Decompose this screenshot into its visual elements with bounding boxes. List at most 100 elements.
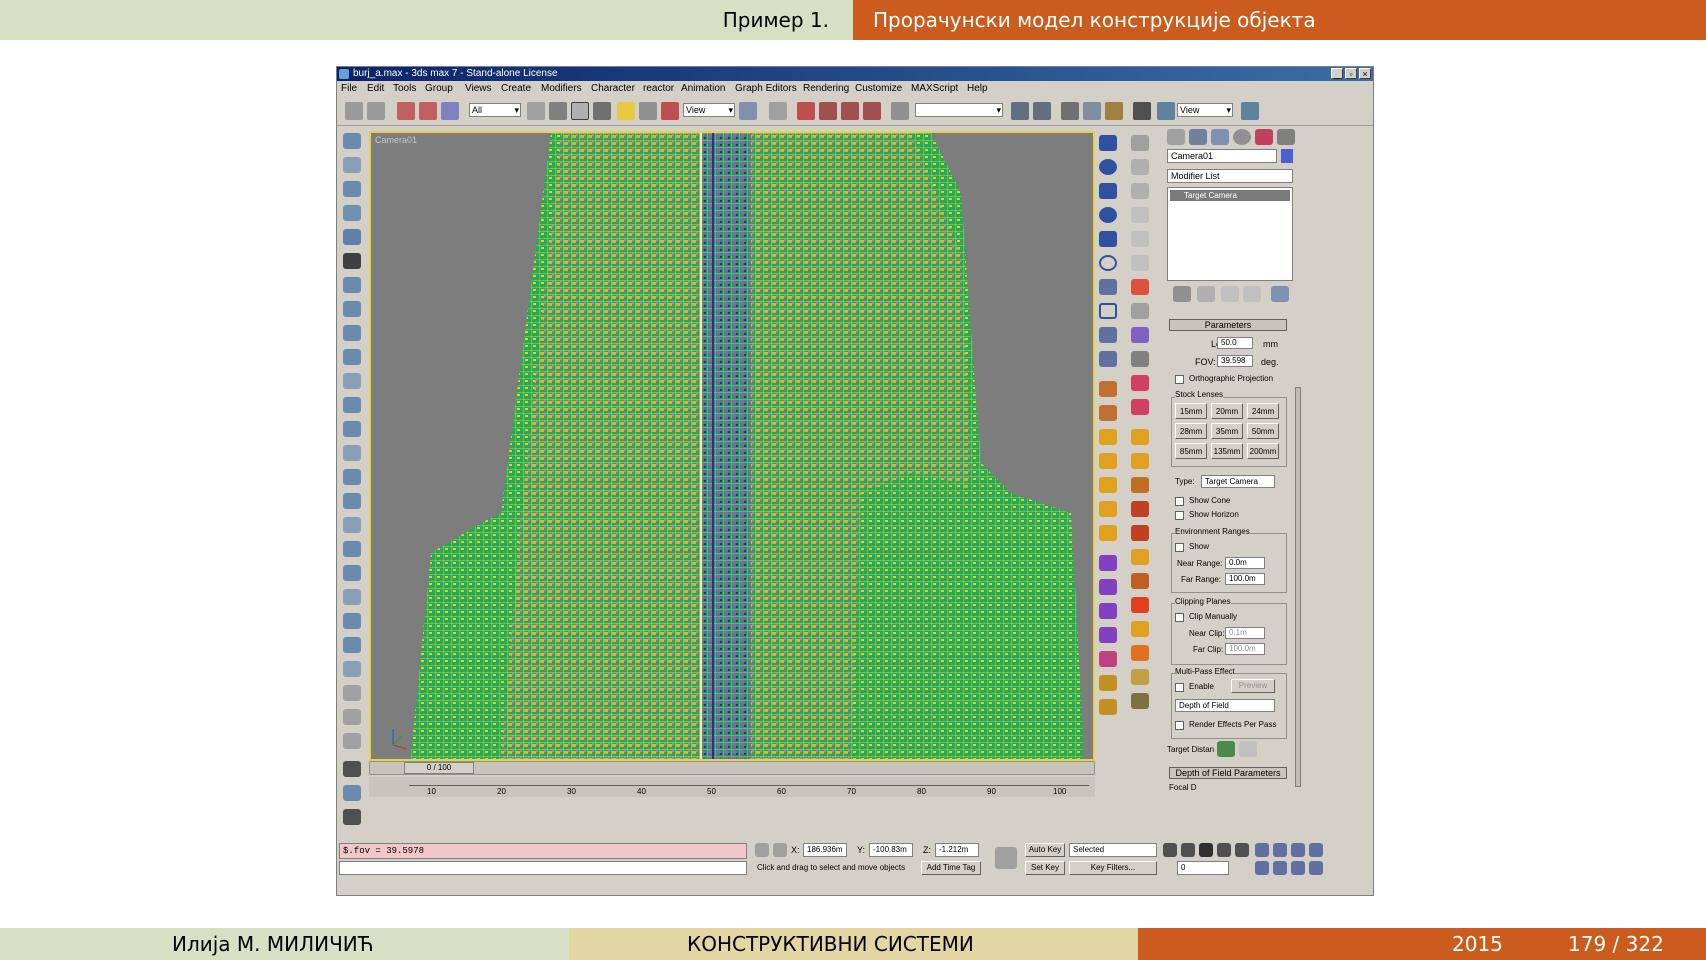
helper-icon[interactable] <box>1099 327 1117 343</box>
tool-icon-1[interactable] <box>343 133 361 149</box>
column2-icon-23[interactable] <box>1131 669 1149 685</box>
object-color-swatch[interactable] <box>1281 149 1293 163</box>
tool-icon-21[interactable] <box>343 613 361 629</box>
column2-icon-10[interactable] <box>1131 351 1149 367</box>
tool-icon-29[interactable] <box>343 809 361 825</box>
column2-icon-11[interactable] <box>1131 375 1149 391</box>
y-coordinate-field[interactable]: -100.83m <box>869 843 913 857</box>
bind-space-warp-icon[interactable] <box>441 102 459 120</box>
configure-sets-icon[interactable] <box>1271 286 1289 302</box>
lathe-icon[interactable] <box>1099 405 1117 421</box>
utilities-tab-icon[interactable] <box>1277 129 1295 145</box>
menu-modifiers[interactable]: Modifiers <box>541 83 582 94</box>
ref-coord-dropdown[interactable]: View <box>683 103 735 117</box>
lens-28mm-button[interactable]: 28mm <box>1175 423 1207 439</box>
lens-135mm-button[interactable]: 135mm <box>1211 443 1243 459</box>
modifier-list-dropdown[interactable]: Modifier List <box>1167 169 1293 183</box>
named-selection-dropdown[interactable] <box>915 103 1003 117</box>
zoom-icon[interactable] <box>1255 843 1269 857</box>
remove-modifier-icon[interactable] <box>1243 286 1261 302</box>
maximize-button[interactable]: ▫ <box>1345 68 1357 79</box>
tool-icon-16[interactable] <box>343 493 361 509</box>
column2-icon-17[interactable] <box>1131 525 1149 541</box>
tool-icon-3[interactable] <box>343 181 361 197</box>
help-icon[interactable] <box>1239 741 1257 757</box>
tool-icon-22[interactable] <box>343 637 361 653</box>
column2-icon-18[interactable] <box>1131 549 1149 565</box>
lens-20mm-button[interactable]: 20mm <box>1211 403 1243 419</box>
circle-icon[interactable] <box>1099 255 1117 271</box>
column2-icon-21[interactable] <box>1131 621 1149 637</box>
column2-icon-7[interactable] <box>1131 279 1149 295</box>
menu-reactor[interactable]: reactor <box>643 83 674 94</box>
key-icon[interactable] <box>995 847 1017 869</box>
near-range-field[interactable]: 0.0m <box>1225 557 1265 569</box>
modify-tab-icon[interactable] <box>1189 129 1207 145</box>
column2-icon-19[interactable] <box>1131 573 1149 589</box>
lens-24mm-button[interactable]: 24mm <box>1247 403 1279 419</box>
pan-icon[interactable] <box>1255 861 1269 875</box>
mirror-icon[interactable] <box>1011 102 1029 120</box>
lens-200mm-button[interactable]: 200mm <box>1247 443 1279 459</box>
column2-icon-14[interactable] <box>1131 453 1149 469</box>
motion-tab-icon[interactable] <box>1233 129 1251 145</box>
column2-icon-4[interactable] <box>1131 207 1149 223</box>
tool-icon-28[interactable] <box>343 785 361 801</box>
spinner-snap-icon[interactable] <box>863 102 881 120</box>
column2-icon-1[interactable] <box>1131 135 1149 151</box>
fov-icon[interactable] <box>1291 861 1305 875</box>
clip-manually-checkbox[interactable] <box>1175 613 1184 622</box>
menu-views[interactable]: Views <box>465 83 492 94</box>
tool-icon-26[interactable] <box>343 733 361 749</box>
far-clip-field[interactable]: 100.0m <box>1225 643 1265 655</box>
parameters-rollout-header[interactable]: Parameters <box>1169 319 1287 331</box>
column2-icon-2[interactable] <box>1131 159 1149 175</box>
menu-character[interactable]: Character <box>591 83 635 94</box>
rect-selection-icon[interactable] <box>571 102 589 120</box>
cylinder-icon[interactable] <box>1099 183 1117 199</box>
tool-icon-8[interactable] <box>343 301 361 317</box>
render-view-dropdown[interactable]: View <box>1177 103 1233 117</box>
preview-button[interactable]: Preview <box>1231 679 1275 693</box>
column2-icon-3[interactable] <box>1131 183 1149 199</box>
column2-icon-12[interactable] <box>1131 399 1149 415</box>
show-cone-checkbox[interactable] <box>1175 497 1184 506</box>
menu-create[interactable]: Create <box>501 83 531 94</box>
curve-editor-icon[interactable] <box>1083 102 1101 120</box>
panel-scrollbar[interactable] <box>1295 387 1301 787</box>
tool-icon-17[interactable] <box>343 517 361 533</box>
next-frame-icon[interactable] <box>1217 843 1231 857</box>
line-icon[interactable] <box>1099 279 1117 295</box>
layer-manager-icon[interactable] <box>1061 102 1079 120</box>
quick-render-icon[interactable] <box>1241 102 1259 120</box>
globe-icon[interactable] <box>1099 501 1117 517</box>
column2-icon-9[interactable] <box>1131 327 1149 343</box>
render-effects-checkbox[interactable] <box>1175 721 1184 730</box>
z-coordinate-field[interactable]: -1.212m <box>935 843 979 857</box>
lens-35mm-button[interactable]: 35mm <box>1211 423 1243 439</box>
menu-file[interactable]: File <box>341 83 357 94</box>
hierarchy-tab-icon[interactable] <box>1211 129 1229 145</box>
plane-icon[interactable] <box>1099 231 1117 247</box>
tool-icon-4[interactable] <box>343 205 361 221</box>
lens-50mm-button[interactable]: 50mm <box>1247 423 1279 439</box>
render-scene-icon[interactable] <box>1157 102 1175 120</box>
column2-icon-6[interactable] <box>1131 255 1149 271</box>
go-to-start-icon[interactable] <box>1163 843 1177 857</box>
tool-icon-5[interactable] <box>343 229 361 245</box>
make-unique-icon[interactable] <box>1221 286 1239 302</box>
previous-frame-icon[interactable] <box>1181 843 1195 857</box>
lock-selection-icon[interactable] <box>755 843 769 857</box>
tool-icon-2[interactable] <box>343 157 361 173</box>
show-end-result-icon[interactable] <box>1197 286 1215 302</box>
absolute-mode-icon[interactable] <box>773 843 787 857</box>
window-crossing-icon[interactable] <box>593 102 611 120</box>
select-by-name-icon[interactable] <box>549 102 567 120</box>
tool-icon-27[interactable] <box>343 761 361 777</box>
menu-animation[interactable]: Animation <box>681 83 725 94</box>
tool-icon-20[interactable] <box>343 589 361 605</box>
select-rotate-icon[interactable] <box>639 102 657 120</box>
menu-graph-editors[interactable]: Graph Editors <box>735 83 797 94</box>
pin-stack-icon[interactable] <box>1173 286 1191 302</box>
menu-customize[interactable]: Customize <box>855 83 902 94</box>
